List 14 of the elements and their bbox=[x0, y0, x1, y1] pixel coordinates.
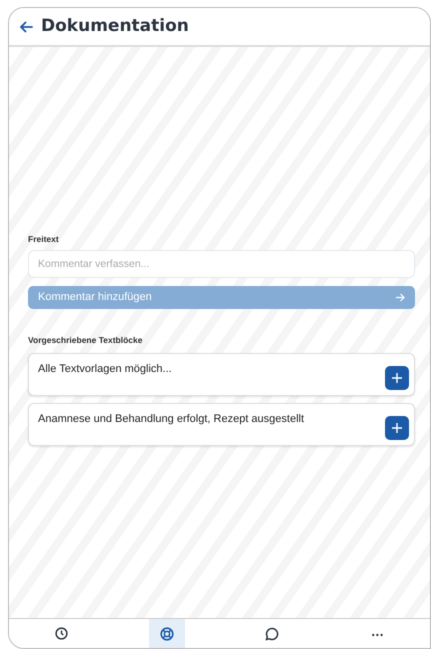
lifebuoy-icon[interactable] bbox=[148, 619, 185, 648]
page-title: Dokumentation bbox=[41, 14, 189, 38]
arrow-right-icon bbox=[395, 292, 405, 302]
add-button[interactable] bbox=[385, 366, 409, 390]
text-block-text: Anamnese und Behandlung erfolgt, Rezept ausgestellt bbox=[38, 412, 304, 426]
more-tab[interactable]: ... bbox=[359, 619, 396, 648]
plus-icon bbox=[392, 422, 402, 432]
plus-icon bbox=[392, 372, 402, 382]
comment-field[interactable]: Kommentar verfassen... bbox=[28, 250, 415, 278]
add-button[interactable] bbox=[385, 416, 409, 440]
section-label: Vorgeschriebene Textblöcke bbox=[28, 334, 144, 346]
back-arrow-icon[interactable] bbox=[19, 20, 33, 32]
text-block-text: Alle Textvorlagen möglich... bbox=[38, 362, 172, 376]
field-label: Freitext bbox=[28, 233, 60, 246]
